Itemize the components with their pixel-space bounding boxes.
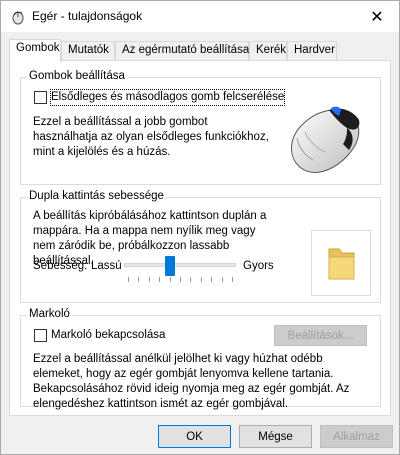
slider-tick [128, 277, 129, 282]
speed-label: Sebesség: [33, 260, 88, 272]
button-configuration-group: Gombok beállítása Elsődleges és másodlag… [20, 70, 381, 185]
group-title: Gombok beállítása [27, 70, 127, 82]
apply-button[interactable]: Alkalmaz [320, 425, 393, 448]
group-title: Dupla kattintás sebessége [27, 190, 166, 202]
tab-label: Gombok [16, 42, 60, 54]
close-icon: ✕ [370, 8, 384, 26]
slider-tick [149, 277, 150, 282]
slider-thumb[interactable] [165, 256, 175, 276]
close-button[interactable]: ✕ [355, 1, 399, 32]
tab-panel-buttons: Gombok beállítása Elsődleges és másodlag… [9, 60, 391, 416]
slider-tick [232, 277, 233, 282]
slider-tick [211, 277, 212, 282]
clicklock-description: Ezzel a beállítással anélkül jelölhet ki… [33, 353, 350, 410]
speed-slow-label: Lassú [91, 260, 122, 272]
swap-buttons-description: Ezzel a beállítással a jobb gombot haszn… [33, 116, 269, 158]
slider-tick [201, 277, 202, 282]
tab-buttons[interactable]: Gombok [9, 39, 61, 62]
group-title: Markoló [27, 308, 72, 320]
button-label: Beállítások... [287, 329, 354, 342]
title-bar: Egér - tulajdonságok ✕ [1, 1, 399, 32]
clicklock-checkbox[interactable] [34, 329, 47, 342]
swap-buttons-label[interactable]: Elsődleges és másodlagos gomb felcserélé… [49, 89, 286, 106]
button-label: OK [186, 430, 203, 443]
tab-label: Az egérmutató beállításai [122, 44, 252, 56]
tab-wheel[interactable]: Kerék [249, 41, 287, 61]
clicklock-settings-button[interactable]: Beállítások... [274, 325, 367, 346]
slider-tick [170, 277, 171, 282]
tab-label: Mutatók [68, 44, 109, 56]
tab-pointer-options[interactable]: Az egérmutató beállításai [115, 41, 252, 61]
slider-tick [222, 277, 223, 282]
tab-label: Kerék [256, 44, 287, 56]
tab-label: Hardver [294, 44, 335, 56]
mouse-properties-window: Egér - tulajdonságok ✕ Gombok Mutatók Az… [0, 0, 400, 455]
slider-tick [180, 277, 181, 282]
test-folder-area[interactable] [311, 230, 371, 296]
swap-buttons-checkbox[interactable] [34, 91, 47, 104]
clicklock-label[interactable]: Markoló bekapcsolása [51, 328, 165, 343]
mouse-illustration [291, 106, 360, 173]
double-click-speed-group: Dupla kattintás sebessége A beállítás ki… [20, 190, 381, 303]
cancel-button[interactable]: Mégse [239, 425, 312, 448]
mouse-app-icon [12, 11, 24, 25]
button-label: Alkalmaz [333, 430, 380, 443]
button-label: Mégse [258, 430, 293, 443]
tab-hardware[interactable]: Hardver [287, 41, 337, 61]
slider-track [124, 263, 236, 267]
slider-tick [138, 277, 139, 282]
window-title: Egér - tulajdonságok [32, 9, 143, 23]
double-click-speed-slider[interactable] [124, 256, 236, 284]
slider-tick [190, 277, 191, 282]
tab-pointers[interactable]: Mutatók [61, 41, 115, 61]
ok-button[interactable]: OK [158, 425, 231, 448]
speed-fast-label: Gyors [243, 260, 274, 272]
slider-tick [159, 277, 160, 282]
folder-icon [328, 248, 355, 280]
clicklock-group: Markoló Markoló bekapcsolása Beállítások… [20, 308, 381, 410]
